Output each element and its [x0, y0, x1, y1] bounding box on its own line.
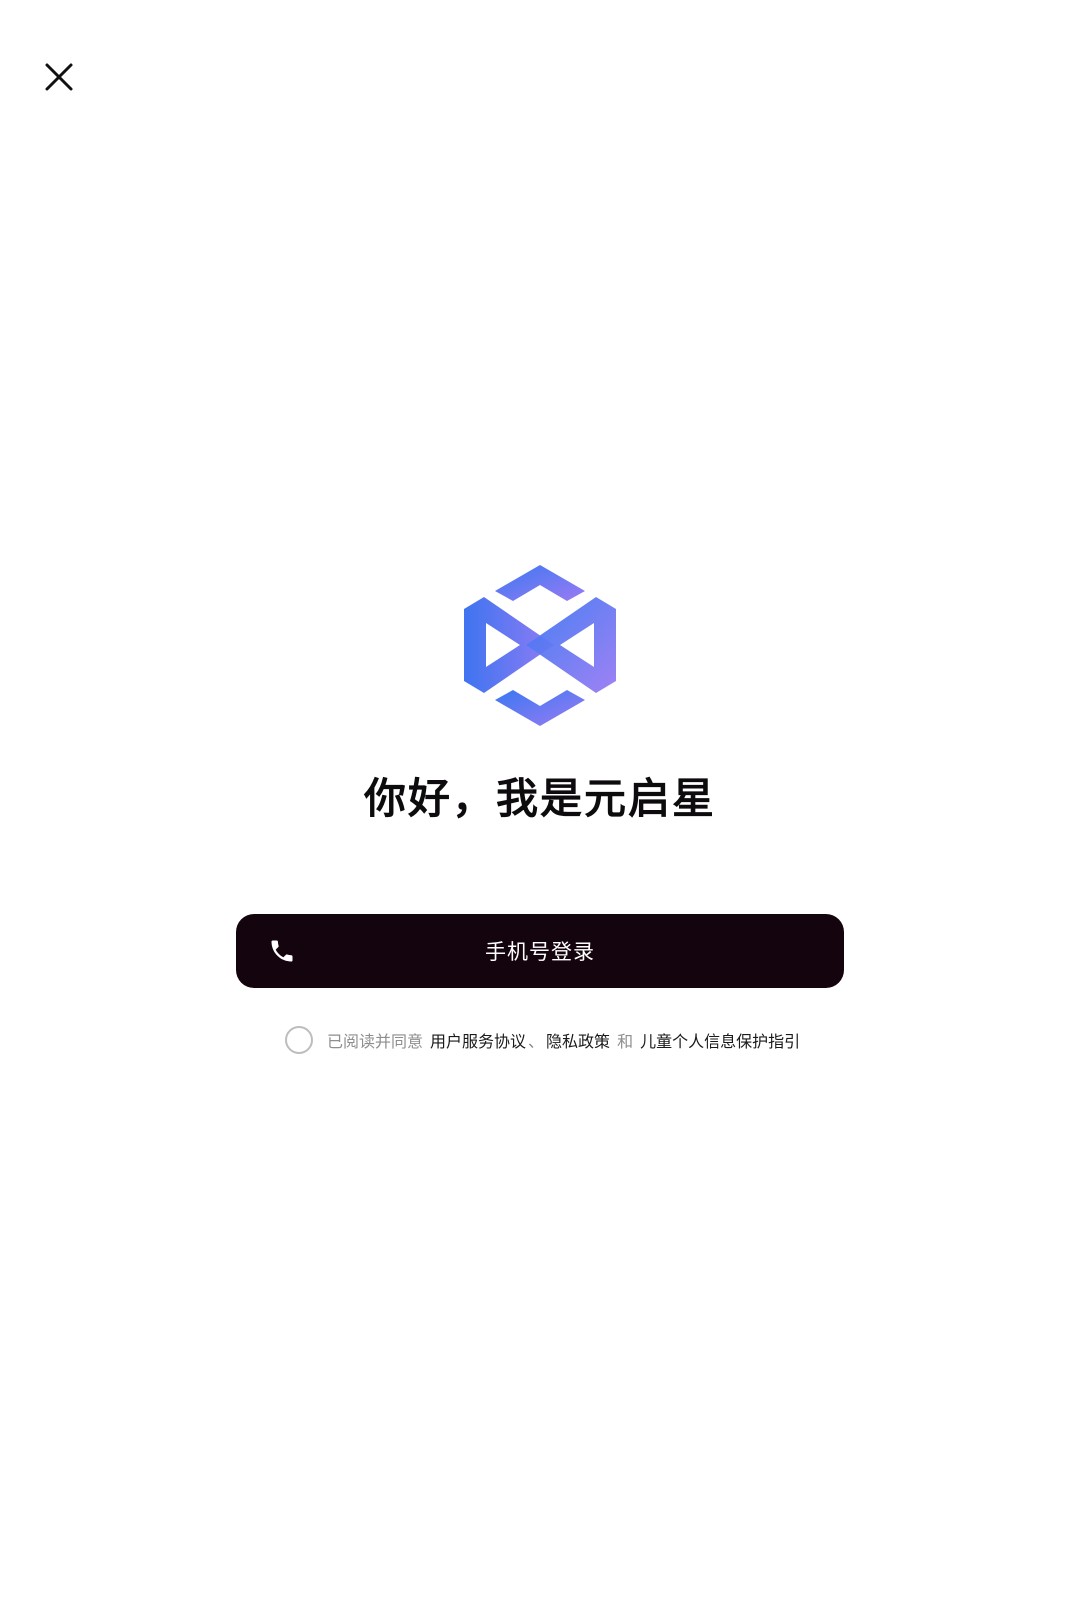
- terms-of-service-link[interactable]: 用户服务协议: [430, 1028, 526, 1052]
- agree-checkbox[interactable]: [285, 1026, 313, 1054]
- agreement-conjunction: 和: [617, 1032, 634, 1051]
- agreement-row: 已阅读并同意 用户服务协议 、 隐私政策 和 儿童个人信息保护指引: [285, 1025, 800, 1055]
- phone-login-label: 手机号登录: [485, 940, 595, 964]
- app-logo: [462, 563, 618, 728]
- phone-login-button[interactable]: 手机号登录: [236, 914, 844, 988]
- privacy-policy-link[interactable]: 隐私政策: [546, 1028, 610, 1052]
- welcome-title: 你好，我是元启星: [363, 774, 716, 823]
- agreement-prefix: 已阅读并同意: [327, 1032, 424, 1051]
- phone-icon: [271, 940, 293, 962]
- close-icon: [45, 63, 73, 91]
- close-button[interactable]: [38, 56, 80, 98]
- children-privacy-link[interactable]: 儿童个人信息保护指引: [640, 1028, 800, 1052]
- yuanqixing-logo-icon: [464, 565, 616, 726]
- agreement-separator: 、: [528, 1032, 545, 1051]
